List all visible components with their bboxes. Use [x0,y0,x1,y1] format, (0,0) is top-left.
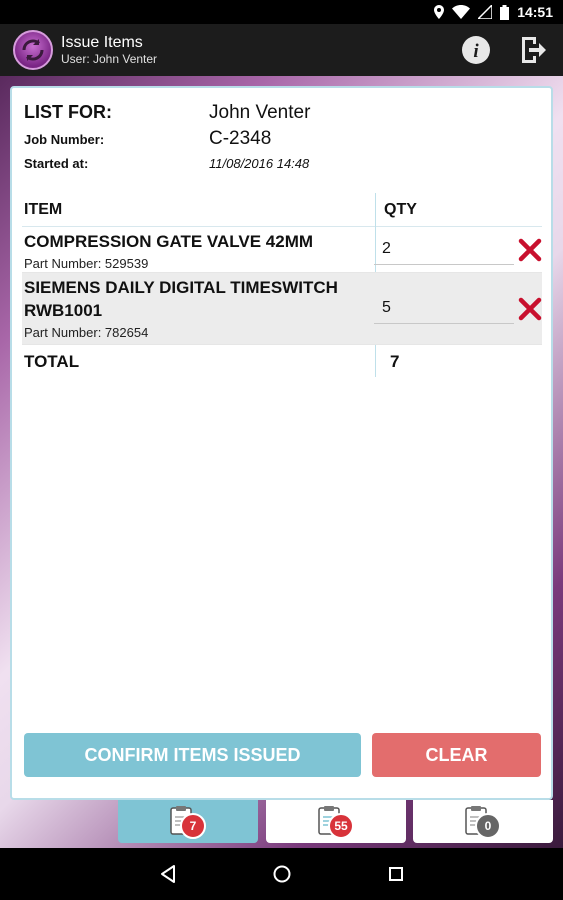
tab-badge: 55 [328,812,354,839]
status-bar: 14:51 [0,0,563,24]
logout-icon[interactable] [519,35,547,65]
svg-text:i: i [473,41,479,62]
info-icon[interactable]: i [461,35,491,65]
clear-button[interactable]: CLEAR [372,733,541,777]
status-time: 14:51 [517,4,553,20]
job-number-value: C-2348 [209,128,272,149]
table-row: COMPRESSION GATE VALVE 42MM Part Number:… [22,227,542,273]
tab-jobs[interactable]: 55 [266,800,406,843]
item-name: COMPRESSION GATE VALVE 42MM [24,232,314,251]
started-at-value: 11/08/2016 14:48 [209,156,310,171]
app-title: Issue Items [61,34,143,52]
table-row: SIEMENS DAILY DIGITAL TIMESWITCH RWB1001… [22,273,542,345]
qty-input[interactable] [374,234,514,265]
items-table: ITEM QTY COMPRESSION GATE VALVE 42MM Par… [22,193,542,379]
battery-icon [500,4,510,20]
part-number: Part Number: 782654 [24,324,149,340]
app-bar: Issue Items User: John Venter i [0,24,563,76]
total-value: 7 [390,352,400,371]
delete-icon [518,238,542,261]
location-icon [434,5,445,19]
tab-badge: 7 [180,812,206,839]
table-header: ITEM QTY [22,193,542,227]
recents-icon[interactable] [387,865,405,883]
total-row: TOTAL 7 [22,345,542,379]
tab-issue-list[interactable]: 7 [118,800,258,843]
part-number: Part Number: 529539 [24,255,149,271]
total-label: TOTAL [24,352,80,371]
wifi-icon [452,5,471,19]
tab-badge: 0 [475,812,501,839]
qty-column-header: QTY [384,200,417,218]
tab-returns[interactable]: 0 [413,800,553,843]
delete-icon [518,297,542,320]
home-icon[interactable] [272,864,292,884]
issue-list-card: LIST FOR: John Venter Job Number: C-2348… [10,86,553,800]
delete-item-button[interactable] [518,238,542,262]
app-logo [13,30,53,70]
app-user: User: John Venter [61,52,158,67]
list-for-label: LIST FOR: [24,102,112,122]
back-icon[interactable] [159,864,177,884]
started-at-label: Started at: [24,156,89,171]
item-column-header: ITEM [24,200,63,218]
system-nav-bar [0,848,563,900]
delete-item-button[interactable] [518,297,542,321]
list-for-value: John Venter [209,102,311,123]
confirm-items-issued-button[interactable]: CONFIRM ITEMS ISSUED [24,733,361,777]
signal-icon [478,5,493,19]
qty-input[interactable] [374,293,514,324]
item-name: SIEMENS DAILY DIGITAL TIMESWITCH RWB1001 [24,278,338,320]
list-info: LIST FOR: John Venter Job Number: C-2348… [24,102,534,171]
bottom-tabs: 7 55 0 [0,800,563,848]
sync-icon [22,39,44,61]
job-number-label: Job Number: [24,132,105,147]
